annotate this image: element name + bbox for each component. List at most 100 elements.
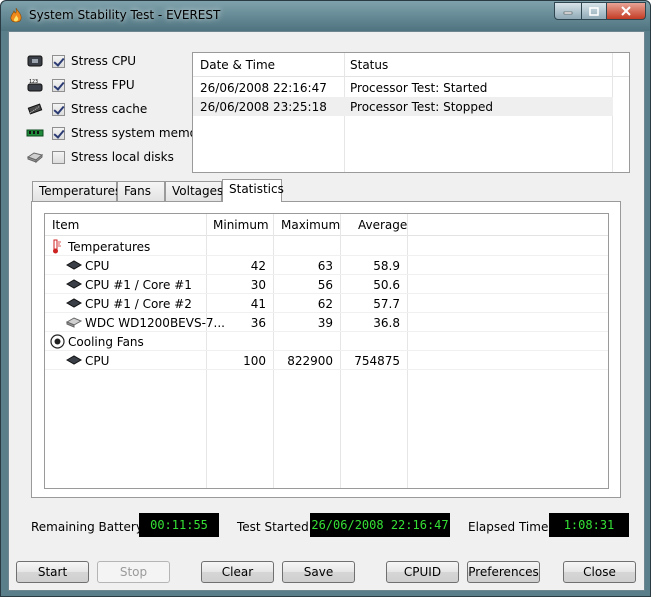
preferences-button[interactable]: Preferences	[467, 561, 540, 583]
cache-chip-icon	[27, 103, 43, 115]
cpu-chip-icon	[66, 260, 82, 270]
battery-display: 00:11:55	[139, 513, 219, 537]
stress-cache-checkbox[interactable]	[52, 102, 65, 116]
stress-memory-label: Stress system memory	[71, 126, 210, 140]
stress-fpu-checkbox[interactable]	[52, 78, 65, 92]
test-started-display: 26/06/2008 22:16:47	[310, 513, 450, 537]
tab-fans[interactable]: Fans	[117, 181, 165, 202]
table-row[interactable]: CPU 42 63 58.9	[45, 256, 608, 275]
statistics-panel: Item Minimum Maximum Average Temperature…	[31, 201, 621, 498]
log-column-datetime[interactable]: Date & Time	[200, 58, 275, 72]
start-button[interactable]: Start	[16, 561, 89, 583]
table-row[interactable]: CPU 100 822900 754875	[45, 351, 608, 370]
row-item: CPU #1 / Core #1	[85, 278, 192, 292]
row-average: 36.8	[373, 316, 400, 330]
battery-label: Remaining Battery:	[31, 520, 147, 534]
row-item: CPU	[85, 259, 110, 273]
row-average: 50.6	[373, 278, 400, 292]
client-area: Stress CPU 123 Stress FPU Stress cache S…	[8, 31, 645, 591]
save-button[interactable]: Save	[282, 561, 355, 583]
log-column-status[interactable]: Status	[350, 58, 388, 72]
close-button[interactable]: Close	[563, 561, 636, 583]
option-stress-cpu[interactable]: Stress CPU	[26, 51, 136, 71]
memory-module-icon	[26, 129, 44, 137]
fpu-icon: 123	[27, 79, 43, 92]
row-minimum: 42	[250, 259, 266, 273]
row-item: WDC WD1200BEVS-7...	[85, 316, 225, 330]
stress-cpu-label: Stress CPU	[71, 54, 137, 68]
log-row-datetime: 26/06/2008 22:16:47	[200, 81, 327, 95]
row-maximum: 62	[317, 297, 333, 311]
row-minimum: 30	[250, 278, 266, 292]
row-item: CPU	[85, 354, 110, 368]
hard-disk-icon	[66, 317, 82, 328]
fan-icon	[50, 334, 65, 349]
maximize-icon	[589, 6, 599, 16]
cpu-chip-icon	[27, 55, 43, 67]
stress-cpu-checkbox[interactable]	[52, 54, 65, 68]
app-window: System Stability Test - EVEREST Stress C…	[0, 0, 651, 597]
tab-temperatures[interactable]: Temperatures	[32, 181, 121, 202]
cpu-chip-icon	[66, 355, 82, 365]
thermometer-icon	[53, 239, 61, 254]
window-title: System Stability Test - EVEREST	[29, 8, 221, 22]
column-average[interactable]: Average	[358, 218, 407, 232]
elapsed-time-display: 1:08:31	[549, 513, 629, 537]
close-window-button[interactable]	[606, 2, 646, 20]
tab-statistics[interactable]: Statistics	[222, 179, 284, 202]
close-icon	[621, 6, 631, 16]
group-row-temperatures[interactable]: Temperatures	[45, 237, 608, 256]
clear-button[interactable]: Clear	[201, 561, 274, 583]
row-minimum: 41	[250, 297, 266, 311]
table-row[interactable]: CPU #1 / Core #2 41 62 57.7	[45, 294, 608, 313]
stress-fpu-label: Stress FPU	[71, 78, 135, 92]
cpuid-button[interactable]: CPUID	[386, 561, 459, 583]
log-row[interactable]: 26/06/2008 22:16:47 Processor Test: Star…	[193, 78, 613, 97]
flame-app-icon	[10, 8, 22, 23]
maximize-button[interactable]	[581, 2, 607, 20]
minimize-button[interactable]	[554, 2, 582, 20]
row-item: CPU #1 / Core #2	[85, 297, 192, 311]
row-average: 58.9	[373, 259, 400, 273]
stress-cache-label: Stress cache	[71, 102, 148, 116]
table-row[interactable]: WDC WD1200BEVS-7... 36 39 36.8	[45, 313, 608, 332]
group-label: Cooling Fans	[68, 335, 144, 349]
log-row-status: Processor Test: Started	[350, 81, 488, 95]
elapsed-time-label: Elapsed Time:	[468, 520, 553, 534]
column-item[interactable]: Item	[52, 218, 79, 232]
log-row-status: Processor Test: Stopped	[350, 100, 493, 114]
statistics-table[interactable]: Item Minimum Maximum Average Temperature…	[44, 213, 609, 489]
log-header: Date & Time Status	[193, 53, 629, 77]
row-average: 57.7	[373, 297, 400, 311]
event-log-list[interactable]: Date & Time Status 26/06/2008 22:16:47 P…	[192, 52, 630, 173]
title-bar[interactable]: System Stability Test - EVEREST	[1, 1, 650, 31]
tab-voltages[interactable]: Voltages	[165, 181, 223, 202]
cpu-chip-icon	[66, 279, 82, 289]
row-maximum: 39	[317, 316, 333, 330]
option-stress-memory[interactable]: Stress system memory	[26, 123, 209, 143]
option-stress-fpu[interactable]: 123 Stress FPU	[26, 75, 135, 95]
row-maximum: 822900	[287, 354, 333, 368]
column-maximum[interactable]: Maximum	[281, 218, 340, 232]
row-minimum: 100	[243, 354, 266, 368]
stop-button[interactable]: Stop	[97, 561, 170, 583]
log-row[interactable]: 26/06/2008 23:25:18 Processor Test: Stop…	[193, 97, 613, 116]
stress-memory-checkbox[interactable]	[52, 126, 65, 140]
statistics-header: Item Minimum Maximum Average	[45, 214, 608, 236]
option-stress-disks[interactable]: Stress local disks	[26, 147, 174, 167]
row-average: 754875	[354, 354, 400, 368]
row-maximum: 56	[317, 278, 333, 292]
table-row[interactable]: CPU #1 / Core #1 30 56 50.6	[45, 275, 608, 294]
stress-disks-label: Stress local disks	[71, 150, 174, 164]
column-minimum[interactable]: Minimum	[213, 218, 269, 232]
hard-disk-icon	[26, 152, 44, 164]
option-stress-cache[interactable]: Stress cache	[26, 99, 147, 119]
group-row-cooling-fans[interactable]: Cooling Fans	[45, 332, 608, 351]
group-label: Temperatures	[68, 240, 151, 254]
minimize-icon	[563, 11, 573, 15]
test-started-label: Test Started:	[237, 520, 313, 534]
log-row-datetime: 26/06/2008 23:25:18	[200, 100, 327, 114]
stress-disks-checkbox[interactable]	[52, 150, 65, 164]
row-maximum: 63	[317, 259, 333, 273]
cpu-chip-icon	[66, 298, 82, 308]
